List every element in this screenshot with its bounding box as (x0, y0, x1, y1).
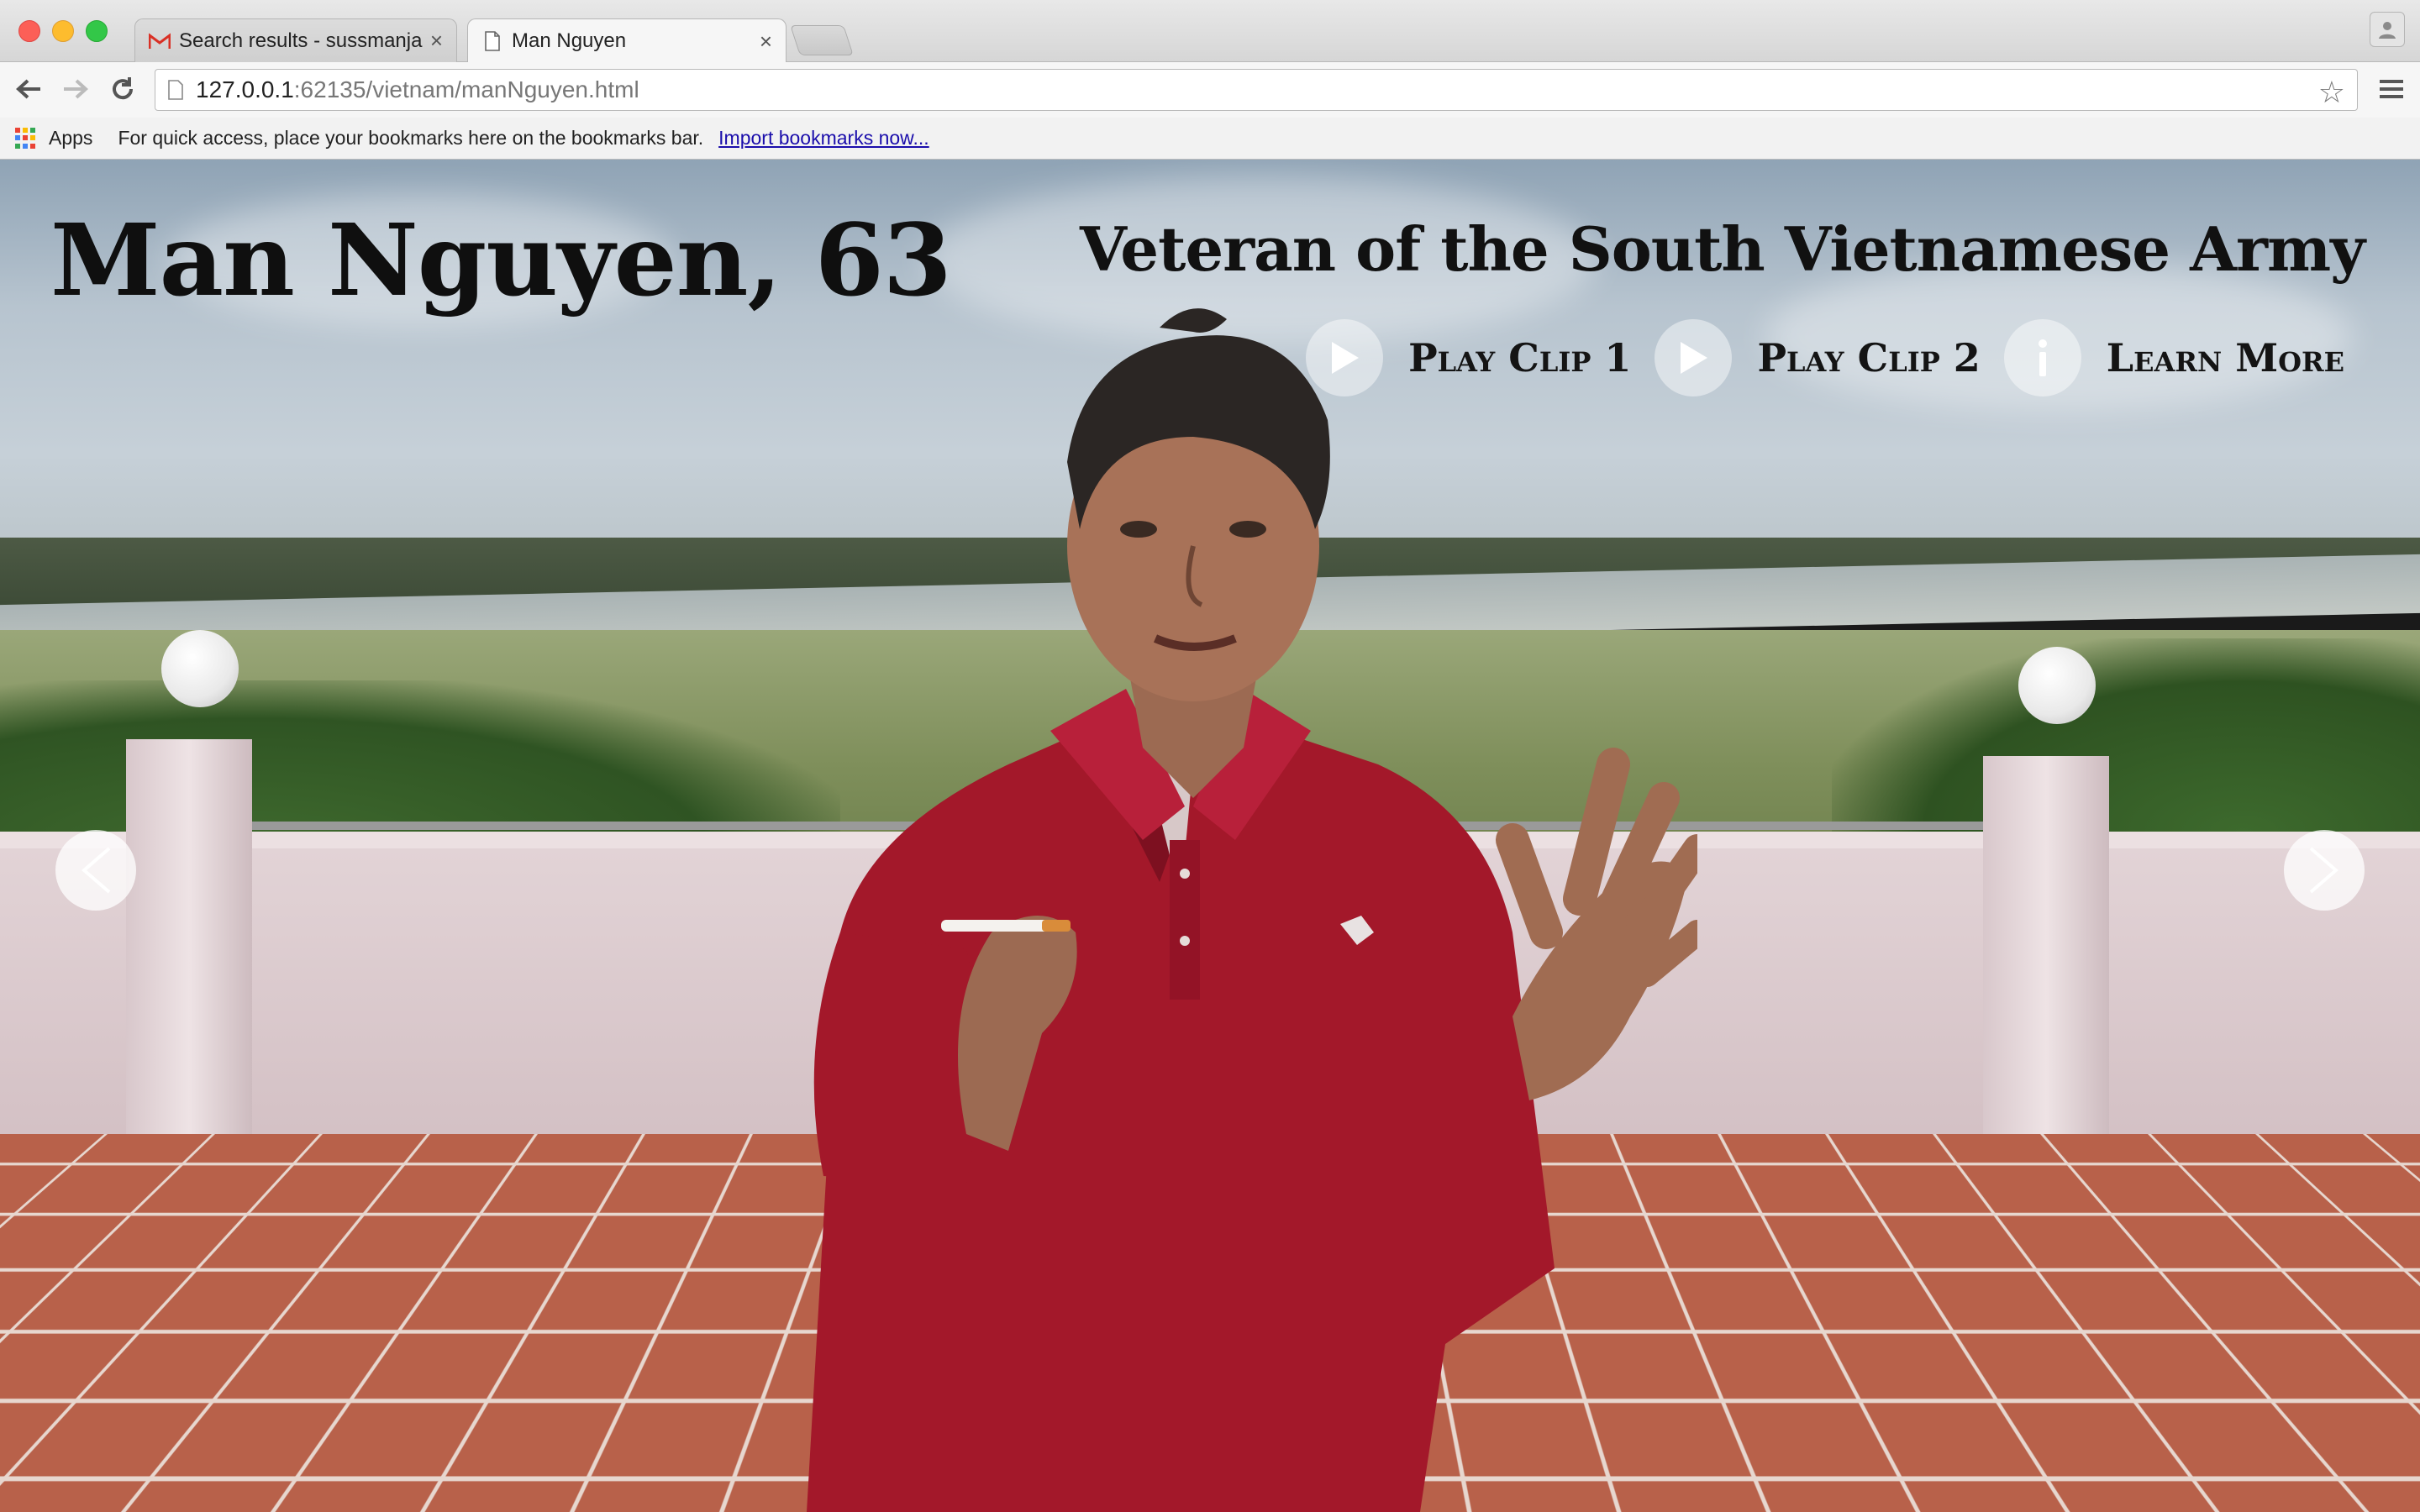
info-icon[interactable] (2003, 319, 2081, 396)
play-clip-2-label[interactable]: Play Clip 2 (1757, 335, 1980, 381)
back-arrow-icon (16, 79, 40, 99)
man-portrait (807, 308, 1697, 1512)
url-text: 127.0.0.1:62135/vietnam/manNguyen.html (196, 76, 639, 102)
next-button[interactable] (2284, 830, 2365, 911)
tab-gmail-search[interactable]: Search results - sussmanja × (134, 18, 457, 62)
maximize-window-button[interactable] (86, 20, 108, 42)
profile-icon[interactable] (2370, 12, 2405, 47)
learn-more-label[interactable]: Learn More (2107, 335, 2344, 381)
close-tab-icon[interactable]: × (760, 29, 772, 55)
new-tab-button[interactable] (790, 25, 854, 55)
tab-title: Man Nguyen (512, 29, 627, 52)
menu-icon[interactable] (2376, 74, 2407, 104)
play-clip-2-button[interactable]: Play Clip 2 (1655, 319, 1981, 396)
address-bar[interactable]: 127.0.0.1:62135/vietnam/manNguyen.html ☆ (155, 69, 2358, 111)
tab-man-nguyen[interactable]: Man Nguyen × (467, 18, 786, 63)
back-button[interactable] (10, 71, 47, 108)
chevron-right-icon (2309, 847, 2339, 894)
page-subtitle: Veteran of the South Vietnamese Army (1080, 213, 2365, 285)
page-content: Man Nguyen, 63 Veteran of the South Viet… (0, 160, 2420, 1512)
reload-icon (113, 77, 134, 100)
play-icon[interactable] (1306, 319, 1384, 396)
previous-button[interactable] (55, 830, 136, 911)
play-clip-1-button[interactable]: Play Clip 1 (1306, 319, 1631, 396)
browser-chrome: Search results - sussmanja × Man Nguyen … (0, 0, 2420, 160)
page-title: Man Nguyen, 63 (50, 202, 952, 318)
play-clip-1-label[interactable]: Play Clip 1 (1408, 335, 1631, 381)
gmail-icon (149, 30, 171, 52)
apps-link[interactable]: Apps (49, 127, 92, 150)
bookmark-star-icon[interactable]: ☆ (2318, 75, 2345, 110)
play-icon[interactable] (1655, 319, 1733, 396)
chevron-left-icon (81, 847, 111, 894)
media-controls: Play Clip 1 Play Clip 2 Learn More (1282, 319, 2344, 396)
import-bookmarks-link[interactable]: Import bookmarks now... (718, 127, 929, 150)
page-icon (168, 80, 183, 100)
bookmarks-hint: For quick access, place your bookmarks h… (118, 127, 704, 149)
tab-strip: Search results - sussmanja × Man Nguyen … (0, 0, 2420, 63)
close-window-button[interactable] (18, 20, 40, 42)
bookmarks-bar: Apps For quick access, place your bookma… (0, 118, 2420, 160)
learn-more-button[interactable]: Learn More (2003, 319, 2344, 396)
reload-button[interactable] (104, 71, 141, 108)
apps-grid-icon[interactable] (15, 127, 37, 150)
minimize-window-button[interactable] (52, 20, 74, 42)
page-icon (481, 30, 503, 52)
close-tab-icon[interactable]: × (430, 28, 443, 54)
forward-button[interactable] (57, 71, 94, 108)
tab-title: Search results - sussmanja (179, 29, 423, 52)
forward-arrow-icon (64, 79, 88, 99)
toolbar: 127.0.0.1:62135/vietnam/manNguyen.html ☆ (0, 62, 2420, 118)
